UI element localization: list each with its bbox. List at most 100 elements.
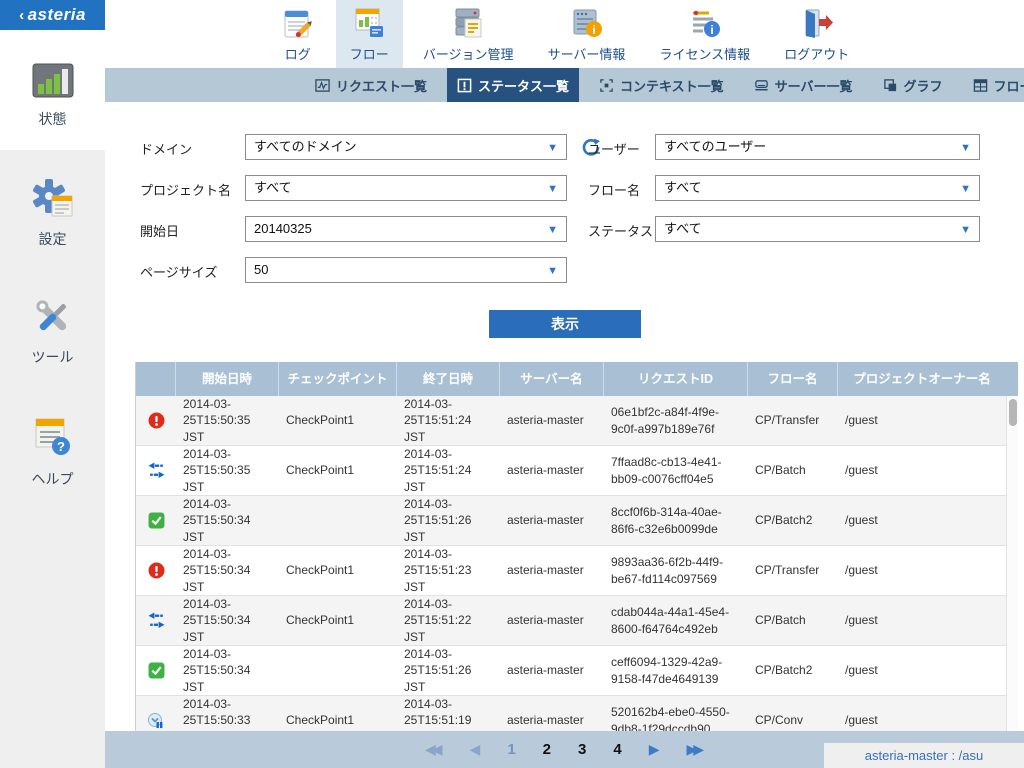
secondary-navigation: リクエスト一覧 ステータス一覧 コンテキスト一覧 サーバー一覧: [105, 68, 1024, 102]
cell-req: cdab044a-44a1-45e4-8600-f64764c492eb: [604, 596, 748, 645]
subnav-item-label: サーバー一覧: [775, 76, 853, 95]
table-row[interactable]: 2014-03-25T15:50:35 JSTCheckPoint12014-0…: [136, 396, 1018, 446]
log-icon: [280, 5, 316, 41]
app-window: ‹ asteria 状態: [0, 0, 1024, 768]
start-date-select[interactable]: 20140325 ▼: [245, 216, 567, 242]
flow-list-icon: [973, 78, 988, 93]
start-date-label: 開始日: [140, 221, 179, 240]
success-status-icon: [136, 646, 176, 695]
cell-owner: /guest: [838, 646, 1006, 695]
nav-item-label: フロー: [350, 44, 389, 63]
subnav-item-server-list[interactable]: サーバー一覧: [744, 68, 863, 102]
chevron-down-icon: ▼: [547, 136, 558, 160]
connection-status: asteria-master : /asu: [824, 743, 1024, 768]
chevron-down-icon: ▼: [547, 259, 558, 283]
table-row[interactable]: 2014-03-25T15:50:34 JSTCheckPoint12014-0…: [136, 546, 1018, 596]
column-header: プロジェクトオーナー名: [838, 362, 1006, 396]
last-page-button[interactable]: ▶▶: [686, 741, 704, 758]
nav-item-flow[interactable]: フロー: [336, 0, 403, 68]
column-header: サーバー名: [500, 362, 604, 396]
bar-chart-icon: [31, 62, 75, 100]
cell-owner: /guest: [838, 546, 1006, 595]
svg-text:i: i: [710, 23, 713, 37]
table-row[interactable]: 2014-03-25T15:50:34 JSTCheckPoint12014-0…: [136, 596, 1018, 646]
cell-flow: CP/Batch: [748, 446, 838, 495]
user-label: ユーザー: [588, 139, 640, 158]
nav-item-version-control[interactable]: バージョン管理: [409, 0, 528, 68]
asteria-logo[interactable]: ‹ asteria: [0, 0, 105, 30]
cell-end: 2014-03-25T15:51:24 JST: [397, 446, 500, 495]
subnav-item-label: フロー一覧: [994, 76, 1024, 95]
subnav-item-flow-list[interactable]: フロー一覧: [963, 68, 1024, 102]
cell-start: 2014-03-25T15:50:35 JST: [176, 446, 279, 495]
subnav-item-status-list[interactable]: ステータス一覧: [447, 68, 579, 102]
sidebar-item-help[interactable]: ? ヘルプ: [0, 416, 105, 489]
cell-req: 9893aa36-6f2b-44f9-be67-fd114c097569: [604, 546, 748, 595]
page-size-select[interactable]: 50 ▼: [245, 257, 567, 283]
license-info-icon: i: [687, 5, 723, 41]
table-row[interactable]: 2014-03-25T15:50:34 JST 2014-03-25T15:51:…: [136, 496, 1018, 546]
flow-icon: [351, 5, 387, 41]
cell-req: 06e1bf2c-a84f-4f9e-9c0f-a997b189e76f: [604, 396, 748, 445]
table-row[interactable]: 2014-03-25T15:50:34 JST2014-03-25T15:51:…: [136, 646, 1018, 696]
user-select[interactable]: すべてのユーザー ▼: [655, 134, 980, 160]
nav-item-label: ログアウト: [784, 44, 849, 63]
table-row[interactable]: 2014-03-25T15:50:35 JSTCheckPoint12014-0…: [136, 446, 1018, 496]
status-select[interactable]: すべて ▼: [655, 216, 980, 242]
cell-end: 2014-03-25T15:51:22 JST: [397, 596, 500, 645]
nav-item-server-info[interactable]: i サーバー情報: [534, 0, 640, 68]
next-page-button[interactable]: ▶: [649, 741, 660, 758]
sidebar-item-status[interactable]: 状態: [0, 62, 105, 129]
nav-item-label: サーバー情報: [548, 44, 626, 63]
domain-select[interactable]: すべてのドメイン ▼: [245, 134, 567, 160]
nav-item-logout[interactable]: ログアウト: [770, 0, 863, 68]
cell-start: 2014-03-25T15:50:34 JST: [176, 546, 279, 595]
version-control-icon: [450, 5, 486, 41]
cell-flow: CP/Transfer: [748, 546, 838, 595]
cell-start: 2014-03-25T15:50:34 JST: [176, 496, 279, 545]
page-button-3[interactable]: 3: [578, 741, 586, 758]
column-header: チェックポイント: [279, 362, 397, 396]
nav-item-label: バージョン管理: [423, 44, 514, 63]
cell-server: asteria-master: [500, 446, 604, 495]
transfer-status-icon: [136, 446, 176, 495]
logout-icon: [799, 5, 835, 41]
column-header: [136, 362, 176, 396]
cell-cp: [279, 496, 397, 545]
column-header: 終了日時: [397, 362, 500, 396]
cell-end: 2014-03-25T15:51:26 JST: [397, 646, 500, 695]
tools-icon: [30, 296, 76, 338]
page-button-4[interactable]: 4: [613, 741, 621, 758]
flow-name-select[interactable]: すべて ▼: [655, 175, 980, 201]
previous-page-button[interactable]: ◀: [470, 741, 481, 758]
column-header: フロー名: [748, 362, 838, 396]
gear-icon: [30, 178, 76, 220]
project-name-select[interactable]: すべて ▼: [245, 175, 567, 201]
subnav-item-graph[interactable]: グラフ: [873, 68, 953, 102]
svg-text:?: ?: [57, 439, 65, 454]
cell-end: 2014-03-25T15:51:26 JST: [397, 496, 500, 545]
sidebar-item-label: 設定: [0, 229, 105, 249]
chevron-down-icon: ▼: [547, 177, 558, 201]
cell-start: 2014-03-25T15:50:34 JST: [176, 596, 279, 645]
page-button-2[interactable]: 2: [543, 741, 551, 758]
scrollbar-thumb[interactable]: [1009, 399, 1017, 426]
subnav-item-request-list[interactable]: リクエスト一覧: [305, 68, 437, 102]
sidebar-item-label: 状態: [0, 109, 105, 129]
sidebar-item-tools[interactable]: ツール: [0, 296, 105, 367]
sidebar-item-settings[interactable]: 設定: [0, 178, 105, 249]
cell-server: asteria-master: [500, 596, 604, 645]
nav-item-license-info[interactable]: i ライセンス情報: [645, 0, 764, 68]
cell-req: 7ffaad8c-cb13-4e41-bb09-c0076cff04e5: [604, 446, 748, 495]
nav-item-label: ログ: [285, 44, 311, 63]
nav-item-log[interactable]: ログ: [266, 0, 330, 68]
table-scrollbar[interactable]: [1006, 396, 1018, 746]
cell-flow: CP/Batch2: [748, 646, 838, 695]
chevron-down-icon: ▼: [960, 136, 971, 160]
first-page-button[interactable]: ◀◀: [425, 741, 443, 758]
show-button[interactable]: 表示: [489, 310, 641, 338]
logo-text: asteria: [28, 5, 86, 25]
subnav-item-context-list[interactable]: コンテキスト一覧: [589, 68, 734, 102]
flow-name-label: フロー名: [588, 180, 640, 199]
sidebar-item-label: ヘルプ: [0, 469, 105, 489]
